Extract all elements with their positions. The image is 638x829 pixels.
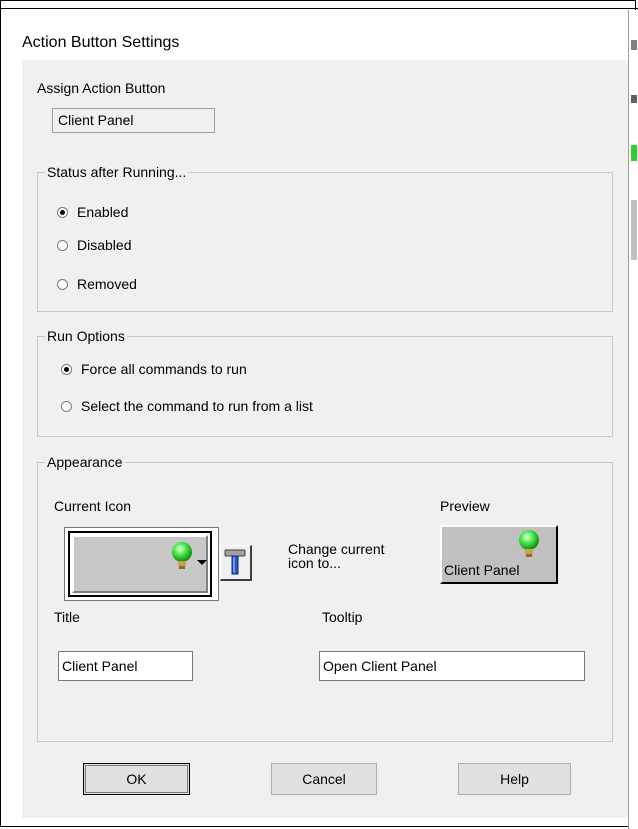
background-window-edge (628, 10, 638, 829)
chevron-down-icon[interactable] (197, 560, 207, 565)
change-icon-button[interactable] (220, 545, 252, 581)
run-options-group (37, 336, 613, 437)
cancel-button-label: Cancel (302, 771, 346, 787)
assign-value-field: Client Panel (52, 108, 215, 133)
title-label: Title (54, 609, 80, 625)
radio-button-checked[interactable] (57, 206, 68, 218)
radio-label: Enabled (77, 204, 129, 220)
preview-button: Client Panel (440, 525, 558, 584)
title-input-value: Client Panel (62, 658, 138, 674)
radio-button[interactable] (57, 239, 68, 251)
radio-button-checked[interactable] (61, 363, 72, 375)
radio-disabled[interactable]: Disabled (57, 237, 131, 253)
preview-button-text: Client Panel (444, 562, 520, 578)
radio-label: Removed (77, 276, 137, 292)
ok-button[interactable]: OK (83, 763, 190, 795)
radio-force-all[interactable]: Force all commands to run (61, 361, 247, 377)
radio-button[interactable] (61, 400, 72, 412)
current-icon-dropdown[interactable] (64, 527, 219, 601)
change-icon-text: Change current icon to... (288, 542, 385, 570)
cancel-button[interactable]: Cancel (271, 763, 377, 795)
green-lightbulb-icon (519, 530, 539, 557)
background-mark (631, 40, 637, 50)
radio-enabled[interactable]: Enabled (57, 204, 128, 220)
assign-label: Assign Action Button (37, 80, 166, 96)
radio-button[interactable] (57, 278, 68, 290)
background-mark (631, 95, 637, 103)
help-button-label: Help (500, 771, 529, 787)
tooltip-label: Tooltip (322, 609, 363, 625)
radio-label: Disabled (77, 237, 132, 253)
background-mark (631, 145, 637, 161)
radio-label: Select the command to run from a list (81, 398, 313, 414)
tooltip-input[interactable]: Open Client Panel (319, 651, 585, 681)
dialog-title: Action Button Settings (22, 34, 180, 51)
background-mark (631, 200, 637, 260)
run-options-caption: Run Options (45, 328, 127, 344)
assign-value: Client Panel (58, 112, 134, 128)
change-icon-text-line1: Change current (288, 541, 385, 557)
help-button[interactable]: Help (458, 763, 571, 795)
current-icon-face (72, 535, 208, 593)
radio-removed[interactable]: Removed (57, 276, 137, 292)
ok-button-label: OK (126, 771, 147, 787)
radio-label: Force all commands to run (81, 361, 247, 377)
appearance-caption: Appearance (45, 454, 125, 470)
hammer-icon (224, 549, 246, 575)
change-icon-text-line2: icon to... (288, 555, 341, 571)
tooltip-input-value: Open Client Panel (323, 658, 437, 674)
current-icon-frame (68, 531, 212, 597)
status-group-caption: Status after Running... (45, 164, 189, 180)
green-lightbulb-icon (172, 542, 192, 569)
current-icon-label: Current Icon (54, 498, 132, 514)
preview-label: Preview (440, 498, 490, 514)
title-input[interactable]: Client Panel (58, 651, 193, 681)
radio-select-from-list[interactable]: Select the command to run from a list (61, 398, 313, 414)
